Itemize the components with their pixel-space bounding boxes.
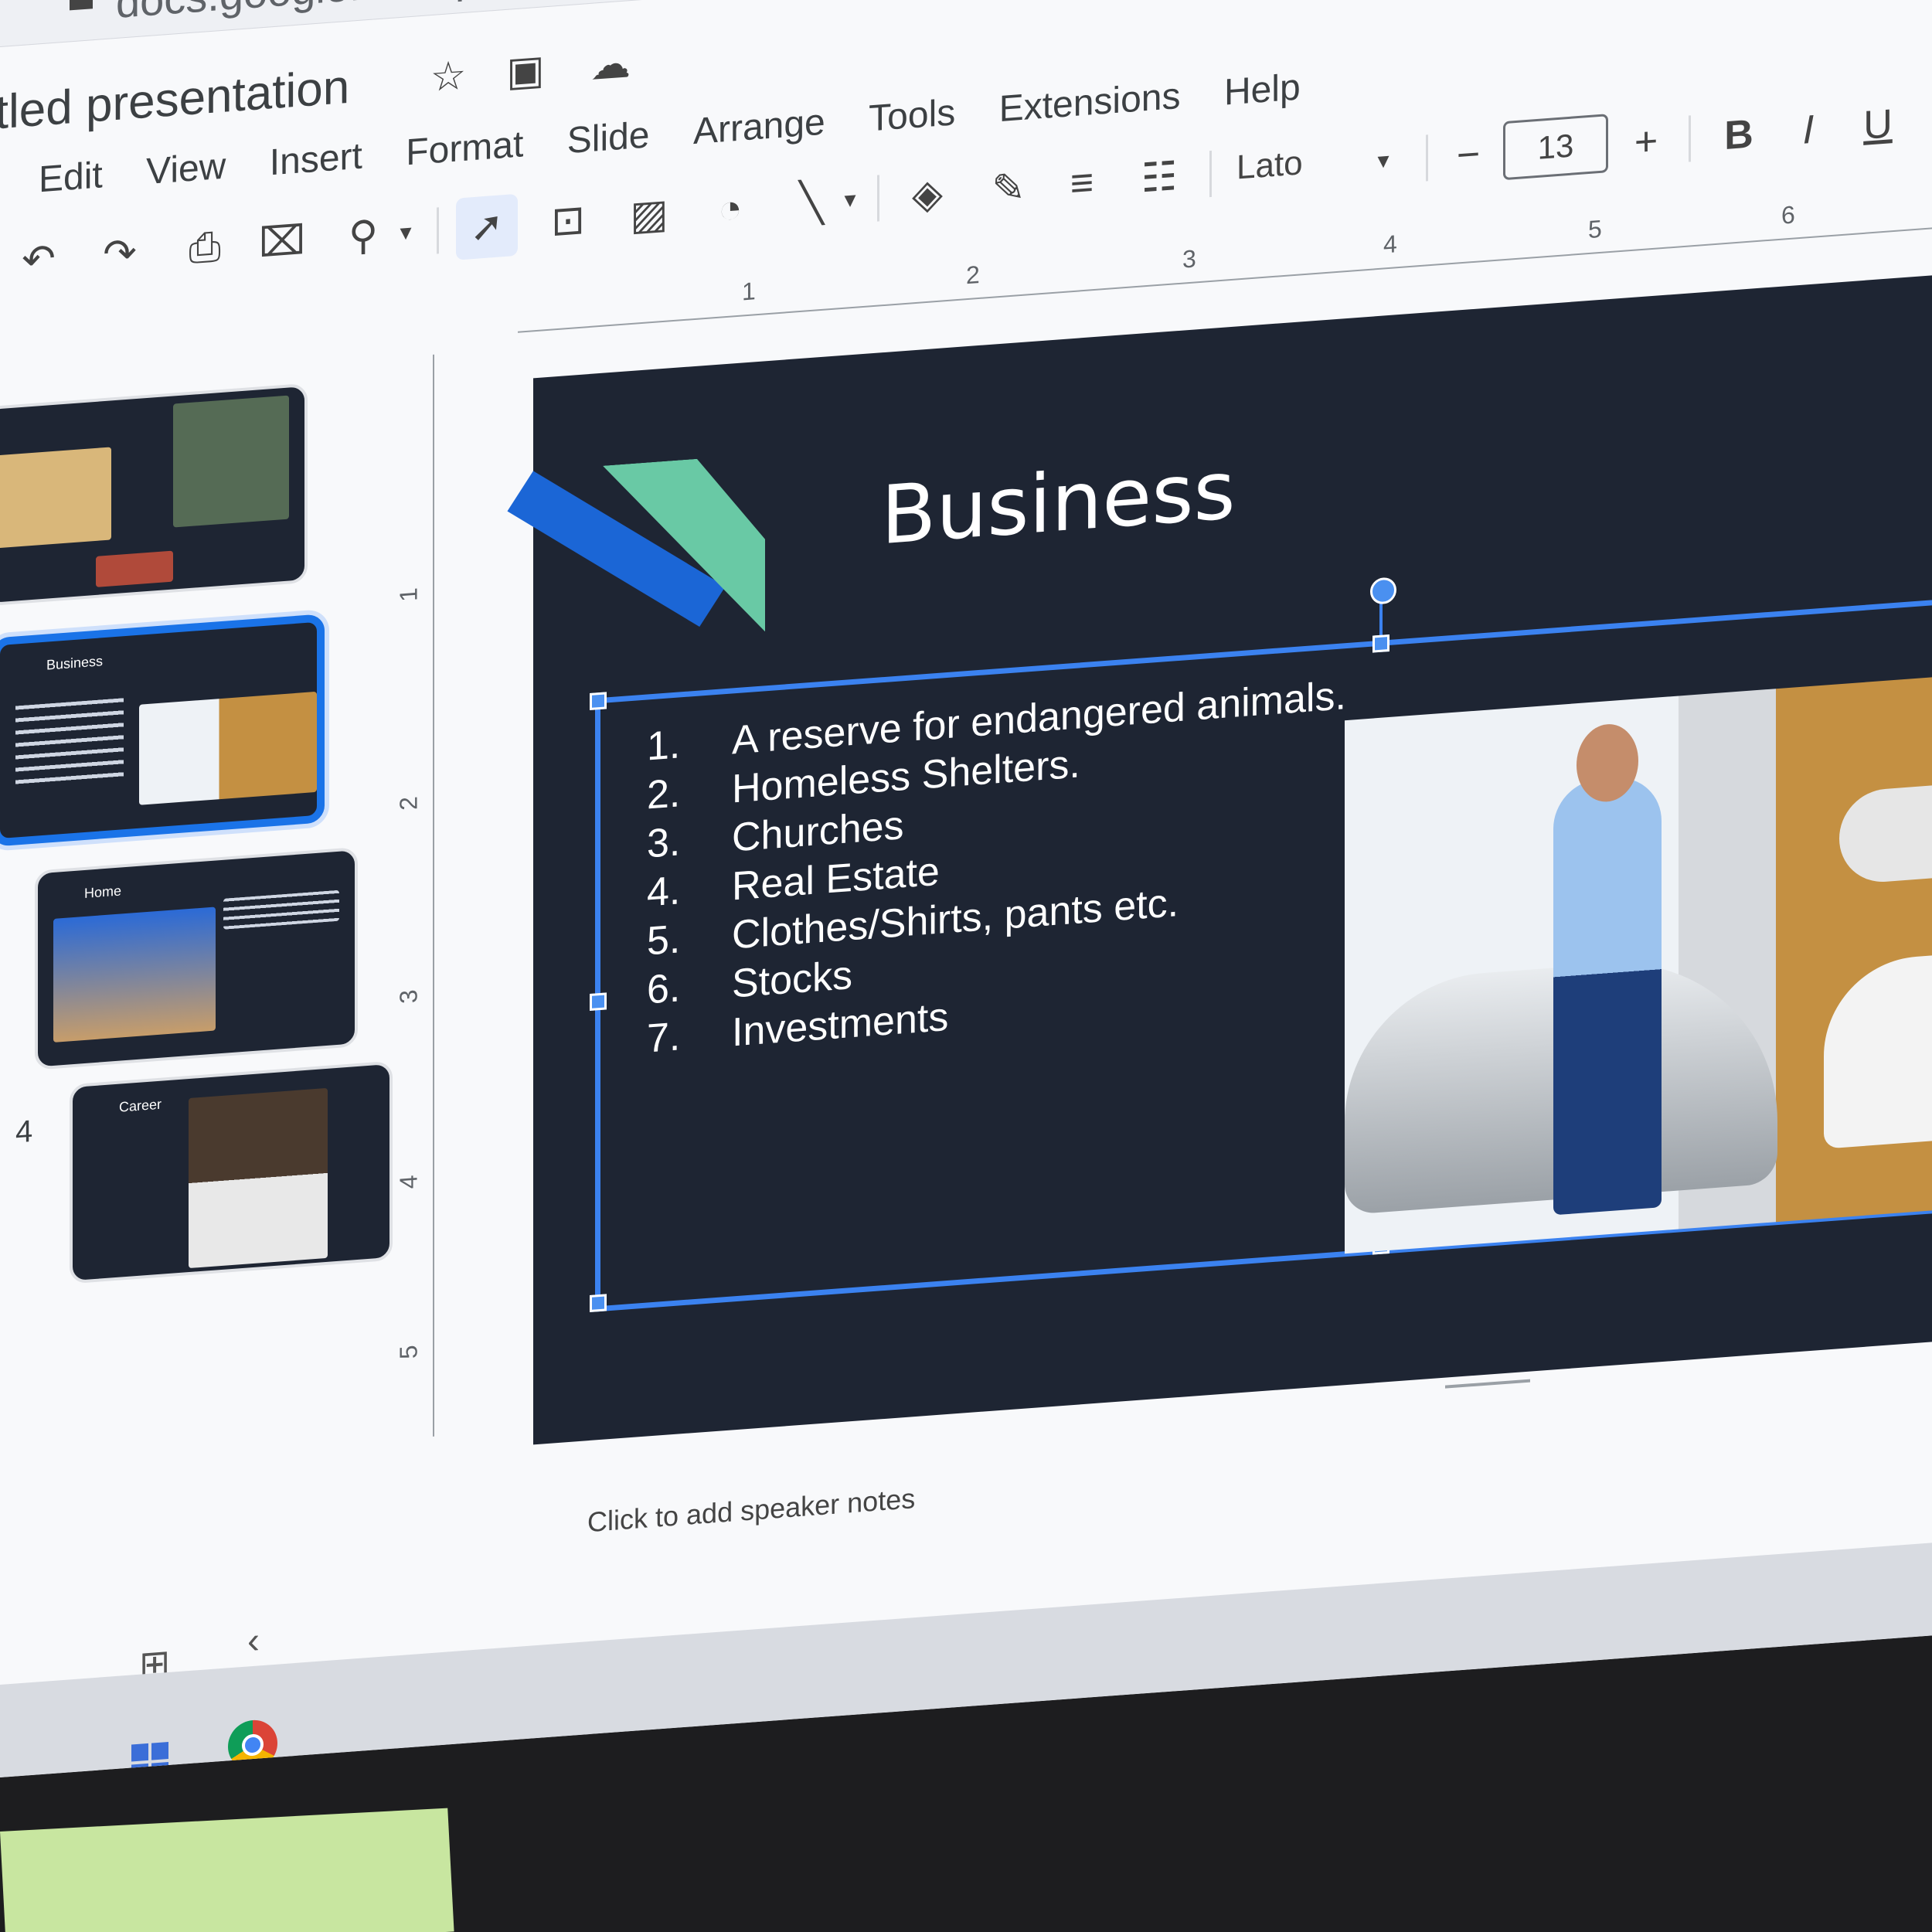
thumbnail-text bbox=[223, 889, 339, 930]
menu-extensions[interactable]: Extensions bbox=[999, 72, 1181, 134]
cloud-status-icon[interactable]: ☁ bbox=[587, 40, 634, 90]
browser-screen: docs.google.com/presentation/d/1jHN66vdA… bbox=[0, 0, 1932, 1778]
ruler-mark: 6 bbox=[1781, 200, 1795, 230]
thumbnail-image bbox=[96, 550, 173, 587]
font-family-select[interactable]: Lato bbox=[1236, 144, 1303, 187]
resize-handle-left[interactable] bbox=[590, 992, 607, 1011]
list-number: 3. bbox=[647, 819, 681, 867]
monitor: docs.google.com/presentation/d/1jHN66vdA… bbox=[0, 0, 1932, 1932]
speaker-notes[interactable]: Click to add speaker notes bbox=[587, 1482, 915, 1539]
font-dropdown-icon[interactable]: ▾ bbox=[1368, 129, 1399, 193]
list-number: 5. bbox=[647, 917, 681, 964]
thumbnail-image bbox=[173, 395, 289, 528]
slide-photo[interactable] bbox=[1345, 669, 1932, 1254]
list-number: 7. bbox=[647, 1014, 681, 1062]
thumbnail-image bbox=[53, 906, 216, 1043]
decrease-font-size-icon[interactable]: − bbox=[1437, 122, 1499, 189]
address-bar[interactable]: docs.google.com/presentation/d/1jHN66vdA… bbox=[0, 0, 1932, 47]
slide-thumbnail-3[interactable]: Home bbox=[35, 846, 358, 1070]
italic-icon[interactable]: I bbox=[1777, 97, 1839, 163]
ruler-mark: 1 bbox=[742, 277, 756, 306]
sticky-note bbox=[0, 1808, 454, 1932]
menu-arrange[interactable]: Arrange bbox=[693, 98, 825, 157]
ruler-mark: 2 bbox=[966, 260, 980, 290]
thumbnail-image bbox=[189, 1087, 328, 1269]
toolbar-divider bbox=[437, 207, 439, 254]
ruler-mark: 3 bbox=[1182, 244, 1196, 274]
list-text: Stocks bbox=[732, 952, 853, 1007]
slide-thumbnail-2[interactable]: Business bbox=[0, 614, 325, 847]
photo-man bbox=[1553, 774, 1662, 1216]
document-title[interactable]: itled presentation bbox=[0, 60, 349, 141]
font-size-input[interactable]: 13 bbox=[1503, 114, 1608, 181]
print-icon[interactable]: ⎙ bbox=[174, 215, 236, 281]
image-icon[interactable]: ▨ bbox=[618, 182, 680, 248]
rotate-handle[interactable] bbox=[1370, 577, 1396, 605]
redo-icon[interactable]: ↷ bbox=[89, 221, 151, 287]
list-number: 6. bbox=[647, 965, 681, 1013]
border-weight-icon[interactable]: ≡ bbox=[1051, 150, 1113, 216]
resize-handle-top[interactable] bbox=[1372, 634, 1389, 653]
select-icon[interactable]: ➚ bbox=[456, 193, 518, 260]
thumbnail-title: Career bbox=[119, 1096, 162, 1115]
ruler-mark: 4 bbox=[1383, 230, 1397, 259]
border-color-icon[interactable]: ✎ bbox=[978, 155, 1039, 222]
star-icon[interactable]: ☆ bbox=[425, 52, 471, 101]
thumbnail-title: Home bbox=[84, 883, 122, 901]
thumbnail-text bbox=[15, 698, 124, 791]
slide-thumbnail-1[interactable] bbox=[0, 383, 308, 607]
collapse-panel-icon[interactable]: ‹ bbox=[247, 1619, 260, 1662]
zoom-icon[interactable]: ⚲ bbox=[332, 203, 394, 270]
undo-icon[interactable]: ↶ bbox=[8, 226, 70, 293]
text-color-icon[interactable]: A bbox=[1917, 87, 1932, 153]
photo-plane bbox=[1839, 775, 1932, 886]
menu-format[interactable]: Format bbox=[406, 120, 523, 177]
textbox-icon[interactable]: ⊡ bbox=[537, 188, 599, 254]
menu-edit[interactable]: Edit bbox=[39, 151, 103, 204]
resize-handle-bottom-left[interactable] bbox=[590, 1294, 607, 1312]
slide-thumbnail-4[interactable]: Career bbox=[70, 1060, 393, 1284]
numbered-list[interactable]: 1. A reserve for endangered animals. 2. Ho… bbox=[647, 672, 1346, 1063]
toolbar-divider bbox=[1689, 115, 1691, 162]
border-dash-icon[interactable]: ☷ bbox=[1128, 145, 1190, 211]
notes-resize-handle[interactable] bbox=[1445, 1379, 1530, 1389]
paint-format-icon[interactable]: ⌧ bbox=[251, 209, 313, 275]
menu-view[interactable]: View bbox=[146, 142, 226, 197]
bold-icon[interactable]: B bbox=[1708, 102, 1770, 168]
thumbnail-title: Business bbox=[46, 653, 104, 673]
menu-tools[interactable]: Tools bbox=[869, 88, 955, 143]
thumbnail-image bbox=[0, 447, 111, 549]
shape-icon[interactable]: ◔ bbox=[699, 176, 761, 243]
toolbar-divider bbox=[1209, 150, 1212, 198]
slide-filmstrip: Business Home 4 Career bbox=[0, 357, 402, 1391]
toolbar-divider bbox=[877, 175, 879, 222]
menu-help[interactable]: Help bbox=[1224, 63, 1301, 117]
ruler-mark: 5 bbox=[1588, 214, 1602, 244]
resize-handle-top-left[interactable] bbox=[590, 692, 607, 710]
thumbnail-image bbox=[139, 691, 317, 805]
underline-icon[interactable]: U bbox=[1847, 92, 1909, 158]
slide-title[interactable]: Business bbox=[881, 443, 1236, 563]
list-number: 4. bbox=[647, 868, 681, 916]
url-text[interactable]: docs.google.com/presentation/d/1jHN66vdA… bbox=[116, 0, 1083, 28]
toolbar-divider bbox=[1426, 134, 1428, 182]
photo-car-2 bbox=[1824, 945, 1932, 1149]
line-dropdown-icon[interactable]: ▾ bbox=[835, 168, 866, 233]
windows-start-icon[interactable] bbox=[131, 1741, 168, 1778]
slide-number: 4 bbox=[15, 1114, 33, 1150]
list-number: 2. bbox=[647, 770, 681, 818]
list-number: 1. bbox=[647, 722, 681, 770]
line-icon[interactable]: ╲ bbox=[781, 170, 842, 236]
increase-font-size-icon[interactable]: + bbox=[1615, 109, 1677, 175]
move-folder-icon[interactable]: ▣ bbox=[502, 46, 549, 96]
zoom-dropdown-icon[interactable]: ▾ bbox=[390, 201, 421, 265]
menu-slide[interactable]: Slide bbox=[567, 111, 650, 165]
vertical-ruler[interactable]: 1 2 3 4 5 bbox=[394, 354, 434, 1439]
fill-color-icon[interactable]: ◈ bbox=[896, 162, 958, 228]
menu-insert[interactable]: Insert bbox=[270, 132, 362, 188]
taskbar bbox=[0, 1537, 1932, 1777]
lock-icon bbox=[70, 0, 93, 11]
slide-canvas[interactable]: Business 1. A reserve for endangered anim… bbox=[507, 267, 1932, 1445]
